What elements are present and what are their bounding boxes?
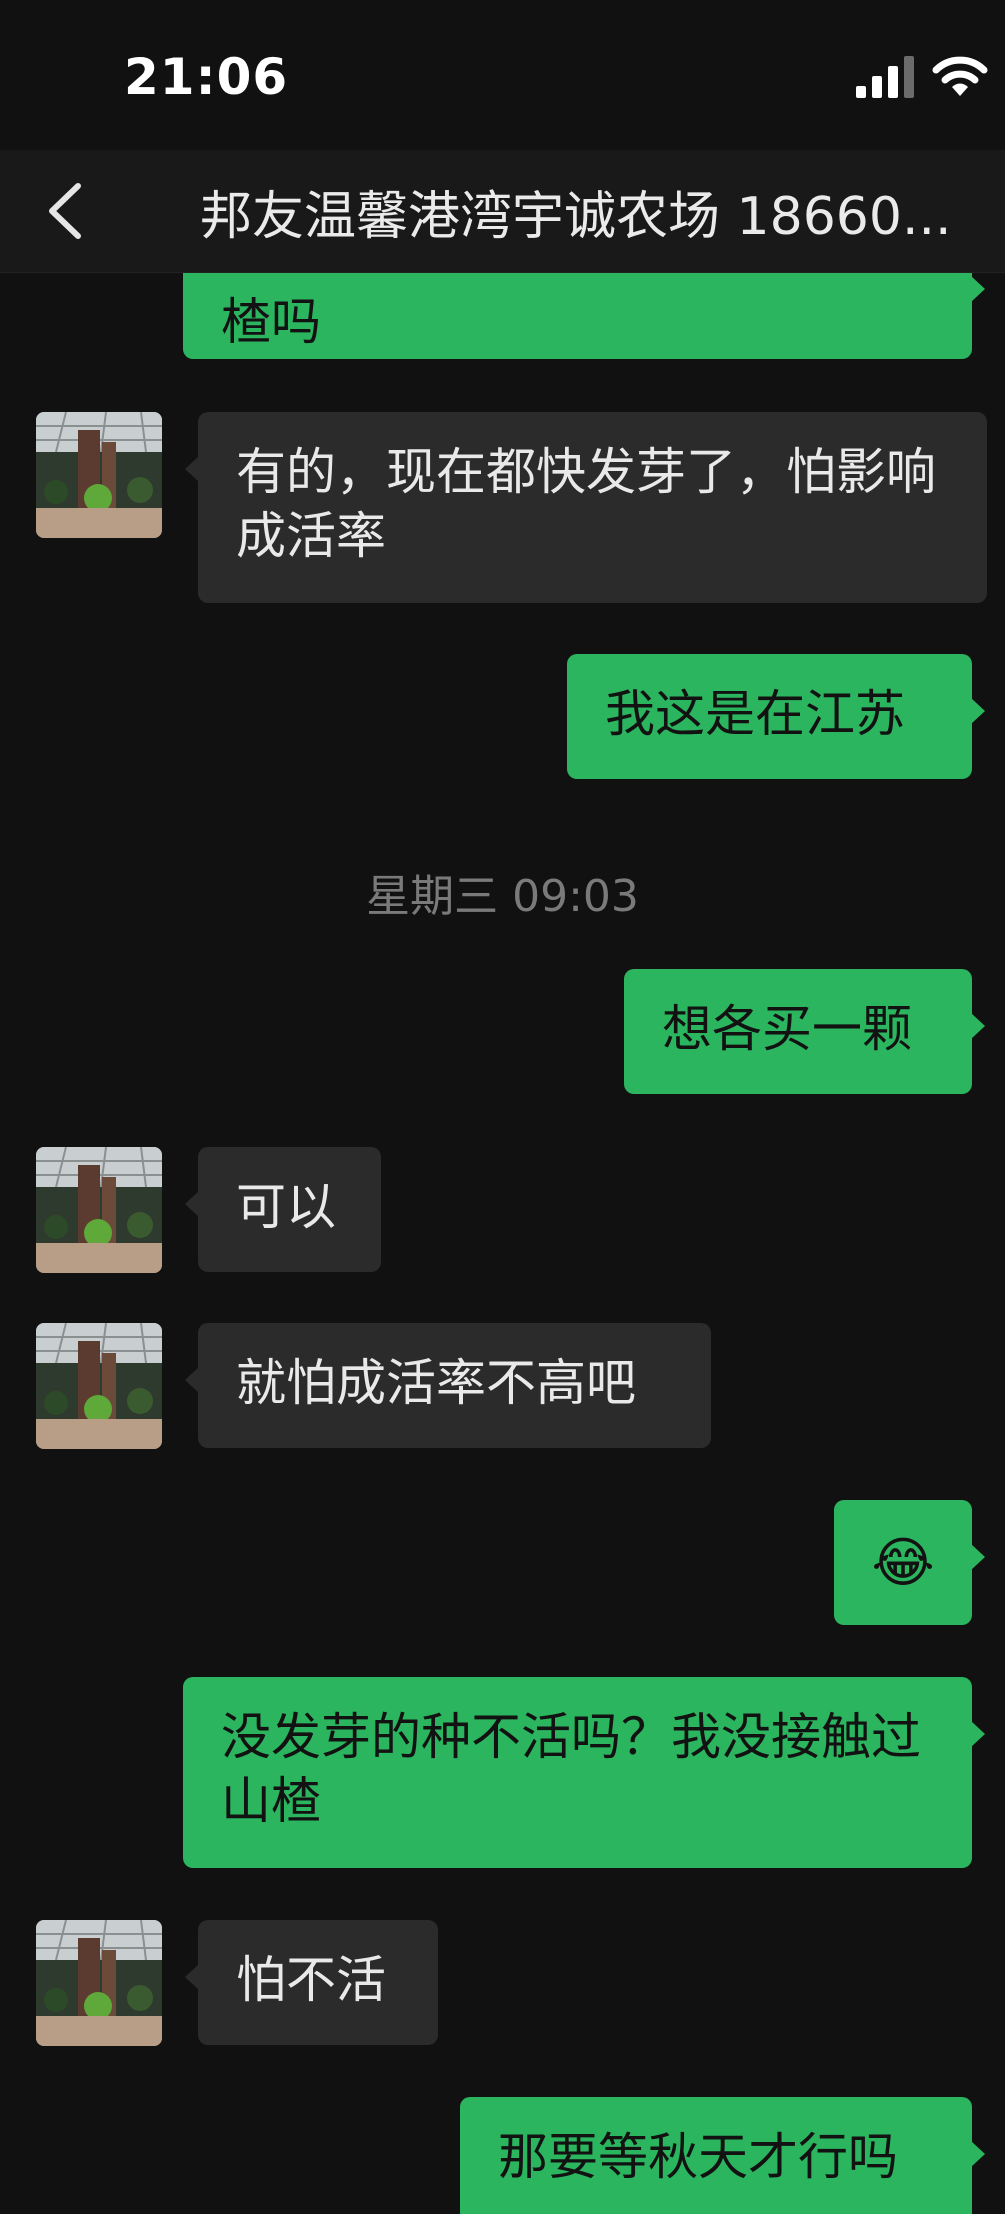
wifi-icon bbox=[932, 56, 988, 96]
contact-avatar[interactable] bbox=[36, 1147, 162, 1273]
chat-title[interactable]: 邦友温馨港湾宇诚农场 18660... bbox=[200, 174, 970, 249]
chat-header: 邦友温馨港湾宇诚农场 18660... bbox=[0, 150, 1005, 273]
message-bubble-received[interactable]: 就怕成活率不高吧 bbox=[185, 1323, 711, 1448]
laughing-crying-emoji-icon: 😂 bbox=[871, 1531, 935, 1594]
message-bubble-sent[interactable]: 我这是在江苏 bbox=[567, 654, 985, 779]
message-text: 有的，现在都快发芽了，怕影响成活率 bbox=[236, 443, 936, 565]
message-bubble-received[interactable]: 可以 bbox=[185, 1147, 381, 1272]
contact-avatar[interactable] bbox=[36, 1920, 162, 2046]
contact-avatar[interactable] bbox=[36, 1323, 162, 1449]
message-bubble-sent[interactable]: 想各买一颗 bbox=[624, 969, 985, 1094]
cellular-signal-icon bbox=[856, 56, 914, 98]
status-bar: 21:06 bbox=[0, 0, 1005, 150]
message-timestamp: 星期三 09:03 bbox=[366, 871, 639, 922]
message-list[interactable]: 楂吗 有的，现在都快发芽了，怕影响成活率 我这是在江苏 星期三 09:03 想各… bbox=[0, 272, 1005, 2214]
message-bubble-received[interactable]: 有的，现在都快发芽了，怕影响成活率 bbox=[185, 412, 987, 603]
message-text: 可以 bbox=[236, 1178, 336, 1236]
avatar-image bbox=[36, 1147, 162, 1273]
message-bubble-received[interactable]: 怕不活 bbox=[185, 1920, 438, 2045]
message-text: 楂吗 bbox=[221, 293, 321, 351]
message-text: 我这是在江苏 bbox=[605, 685, 905, 743]
message-text: 没发芽的种不活吗？我没接触过山楂 bbox=[221, 1708, 921, 1830]
message-text: 怕不活 bbox=[236, 1951, 386, 2009]
avatar-image bbox=[36, 412, 162, 538]
avatar-image bbox=[36, 1920, 162, 2046]
contact-avatar[interactable] bbox=[36, 412, 162, 538]
message-text: 想各买一颗 bbox=[662, 1000, 912, 1058]
status-time: 21:06 bbox=[124, 48, 289, 106]
message-text: 就怕成活率不高吧 bbox=[236, 1354, 636, 1412]
avatar-image bbox=[36, 1323, 162, 1449]
message-bubble-sent[interactable]: 😂 bbox=[834, 1500, 985, 1625]
message-bubble-sent[interactable]: 那要等秋天才行吗 bbox=[460, 2097, 985, 2214]
message-text: 那要等秋天才行吗 bbox=[498, 2128, 898, 2186]
message-bubble-sent[interactable]: 没发芽的种不活吗？我没接触过山楂 bbox=[183, 1677, 985, 1868]
message-bubble-sent[interactable]: 楂吗 bbox=[183, 272, 985, 359]
back-chevron-icon[interactable] bbox=[40, 176, 90, 246]
